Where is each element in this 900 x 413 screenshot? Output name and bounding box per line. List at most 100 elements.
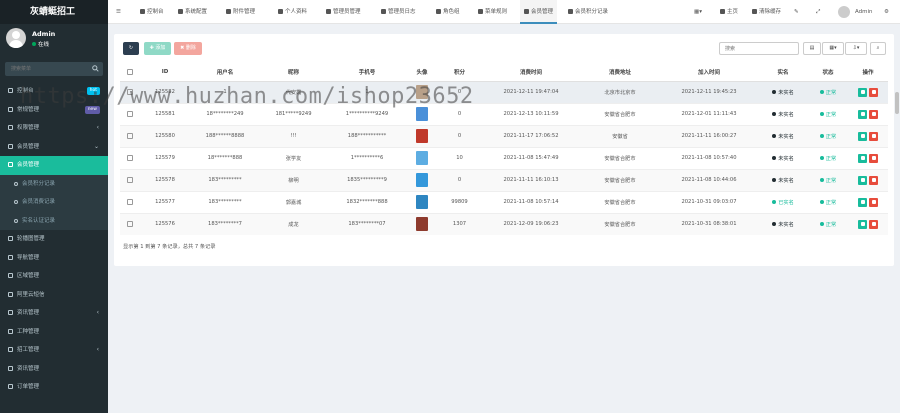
table-row[interactable]: 125576 183********7 成龙 183********07 1307 202… — [120, 212, 888, 235]
sidebar-item-3[interactable]: 会员管理 ⌄ — [0, 138, 108, 157]
table-row[interactable]: 125581 18********249 181*****9249 1********… — [120, 102, 888, 125]
delete-icon[interactable] — [869, 109, 878, 119]
tab-9[interactable]: 会员积分记录 — [564, 0, 612, 24]
column-header[interactable]: 昵称 — [260, 63, 327, 82]
sidebar-item-10[interactable]: 区域管理 — [0, 267, 108, 286]
edit-icon[interactable] — [858, 131, 867, 141]
home-link[interactable]: 主页 — [720, 0, 738, 24]
column-header[interactable]: 消费时间 — [482, 63, 580, 82]
user-menu[interactable]: Admin — [838, 0, 873, 24]
tab-6[interactable]: 角色组 — [432, 0, 464, 24]
table-row[interactable]: 125578 183********* 柳明 1835*********9 0 2021-… — [120, 168, 888, 191]
table-row[interactable]: 125582 1 代安霞 1 0 2021-12-11 19:47:04 北京市北京市 202… — [120, 80, 888, 103]
realname-dot-icon — [772, 221, 777, 226]
tab-7[interactable]: 菜单规则 — [474, 0, 511, 24]
scrollbar[interactable] — [895, 92, 899, 114]
row-checkbox[interactable] — [127, 88, 133, 95]
sidebar-item-0[interactable]: 控制台 hot — [0, 82, 108, 101]
sidebar-item-13[interactable]: 工种管理 — [0, 323, 108, 342]
search-icon[interactable] — [92, 65, 99, 72]
column-header[interactable]: 用户名 — [190, 63, 260, 82]
delete-icon[interactable] — [869, 153, 878, 163]
edit-icon[interactable] — [858, 109, 867, 119]
refresh-button[interactable]: ↻ — [123, 42, 139, 55]
select-all-checkbox[interactable] — [127, 68, 133, 75]
sidebar-item-8[interactable]: 轮播图管理 — [0, 230, 108, 249]
delete-button[interactable]: ✖ 删除 — [174, 42, 202, 55]
sidebar-item-6[interactable]: 会员消费记录 — [0, 193, 108, 212]
avatar[interactable] — [416, 173, 428, 187]
table-row[interactable]: 125577 183********* 郭嘉城 1832*******888 99809… — [120, 190, 888, 213]
sidebar-item-9[interactable]: 导航管理 — [0, 249, 108, 268]
column-header[interactable]: 加入时间 — [660, 63, 758, 82]
edit-icon[interactable] — [858, 87, 867, 97]
row-checkbox[interactable] — [127, 110, 133, 117]
tab-8[interactable]: 会员管理 — [520, 0, 558, 24]
edit-icon[interactable] — [858, 175, 867, 185]
row-checkbox[interactable] — [127, 154, 133, 161]
delete-icon[interactable] — [869, 131, 878, 141]
toggle-view-button[interactable]: ▤ — [803, 42, 821, 55]
row-checkbox[interactable] — [127, 176, 133, 183]
sidebar-search-input[interactable] — [5, 62, 85, 76]
tab-2[interactable]: 附件管理 — [222, 0, 259, 24]
avatar[interactable] — [416, 129, 428, 143]
avatar[interactable] — [416, 107, 428, 121]
sidebar-item-15[interactable]: 资讯管理 — [0, 360, 108, 379]
sidebar-item-2[interactable]: 权限管理 ‹ — [0, 119, 108, 138]
table-row[interactable]: 125579 18*******888 张学友 1**********6 10 2021-… — [120, 146, 888, 169]
brand-logo[interactable]: 灰蜻蜓招工 — [0, 0, 108, 24]
sidebar-item-16[interactable]: 订单管理 — [0, 378, 108, 397]
tab-label: 管理员管理 — [333, 9, 361, 15]
column-header[interactable]: 实名 — [758, 63, 808, 82]
sidebar-item-7[interactable]: 实名认证记录 — [0, 211, 108, 230]
column-header[interactable]: 头像 — [407, 63, 437, 82]
sidebar-item-1[interactable]: 常规管理 new — [0, 101, 108, 120]
tab-1[interactable]: 系统配置 — [174, 0, 211, 24]
avatar[interactable] — [416, 85, 428, 99]
avatar[interactable] — [416, 151, 428, 165]
tab-5[interactable]: 管理员日志 — [377, 0, 420, 24]
edit-icon[interactable] — [858, 153, 867, 163]
delete-icon[interactable] — [869, 87, 878, 97]
menu-toggle-icon[interactable]: ☰ — [116, 0, 121, 24]
edit-icon[interactable] — [858, 219, 867, 229]
sidebar-item-11[interactable]: 阿里云短信 — [0, 286, 108, 305]
language-icon[interactable]: ✎ — [794, 0, 799, 24]
layout-icon[interactable]: ▦▾ — [694, 0, 702, 24]
columns-button[interactable]: ▦▾ — [822, 42, 844, 55]
tab-0[interactable]: 控制台 — [136, 0, 168, 24]
table-row[interactable]: 125580 188******8888!!! 188*********** 0 202… — [120, 124, 888, 147]
column-header[interactable]: 手机号 — [327, 63, 407, 82]
add-button[interactable]: ✚ 添加 — [144, 42, 171, 55]
delete-icon[interactable] — [869, 197, 878, 207]
avatar[interactable] — [416, 195, 428, 209]
tab-4[interactable]: 管理员管理 — [322, 0, 365, 24]
sidebar-item-5[interactable]: 会员积分记录 — [0, 174, 108, 193]
export-button[interactable]: ⇩▾ — [845, 42, 867, 55]
column-header[interactable]: 状态 — [808, 63, 848, 82]
edit-icon[interactable] — [858, 197, 867, 207]
column-header[interactable]: 消费地址 — [580, 63, 660, 82]
column-header[interactable]: 操作 — [848, 63, 888, 82]
row-checkbox[interactable] — [127, 132, 133, 139]
column-header[interactable]: 积分 — [437, 63, 482, 82]
chevron-icon: ‹ — [96, 124, 99, 131]
delete-icon[interactable] — [869, 219, 878, 229]
cell-time: 2021-12-13 10:11:59 — [482, 102, 580, 125]
row-checkbox[interactable] — [127, 221, 133, 227]
avatar[interactable] — [416, 217, 428, 232]
sidebar-item-12[interactable]: 资讯管理 ‹ — [0, 304, 108, 323]
column-header[interactable]: ID — [140, 63, 190, 82]
row-checkbox[interactable] — [127, 198, 133, 205]
sidebar-item-14[interactable]: 招工管理 ‹ — [0, 341, 108, 360]
delete-icon[interactable] — [869, 175, 878, 185]
clear-cache-button[interactable]: 清除缓存 — [752, 0, 781, 24]
fullscreen-icon[interactable]: ⤢ — [816, 0, 820, 24]
settings-icon[interactable]: ⚙ — [884, 0, 889, 24]
table-search-input[interactable] — [719, 42, 799, 55]
tab-icon — [381, 8, 386, 14]
tab-3[interactable]: 个人资料 — [274, 0, 311, 24]
advanced-search-button[interactable]: ⌕ — [870, 42, 886, 55]
sidebar-item-4[interactable]: 会员管理 — [0, 156, 108, 175]
